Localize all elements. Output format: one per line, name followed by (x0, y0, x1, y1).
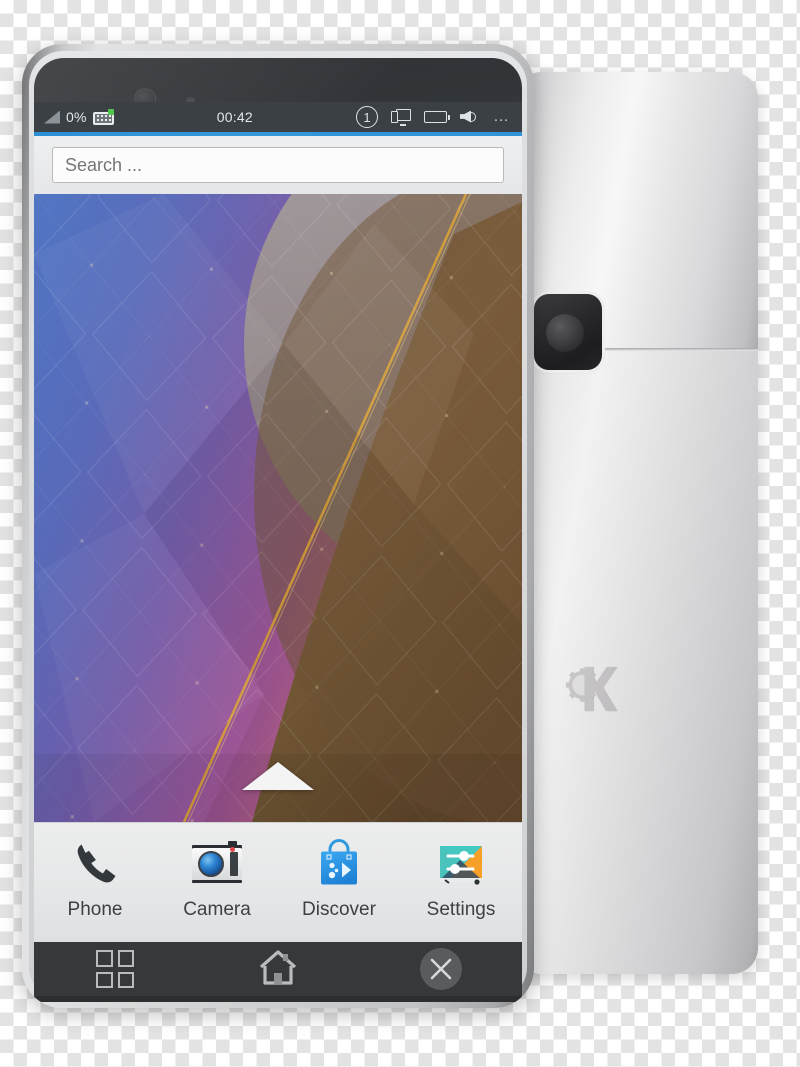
grid-squares-icon (96, 950, 135, 988)
wallpaper[interactable] (34, 194, 522, 822)
keyboard-icon[interactable] (92, 108, 114, 125)
dock-label-settings: Settings (426, 899, 496, 920)
dock-label-camera: Camera (183, 899, 251, 920)
status-bar-center-group: 00:42 (114, 109, 356, 125)
dock-app-discover[interactable]: Discover (278, 823, 400, 921)
volume-speaker-icon[interactable] (460, 109, 480, 126)
search-input[interactable] (52, 147, 504, 183)
clock-label: 00:42 (216, 109, 253, 125)
rear-camera-icon (534, 294, 602, 370)
status-bar-left-group: 0% (34, 108, 114, 125)
battery-percent-label: 0% (66, 109, 87, 125)
camera-icon (189, 838, 245, 890)
home-house-icon (257, 948, 299, 991)
dock-app-phone[interactable]: Phone (34, 823, 156, 921)
battery-icon[interactable] (424, 111, 450, 123)
dock-app-settings[interactable]: Settings (400, 823, 522, 921)
back-phone-body (516, 72, 758, 974)
nav-button-home[interactable] (197, 948, 360, 991)
status-bar-right-group: 1 … (356, 106, 522, 128)
kde-gear-k-logo (546, 655, 620, 729)
navigation-bar (34, 942, 522, 996)
notification-circle-icon[interactable]: 1 (356, 106, 378, 128)
dock-label-phone: Phone (67, 899, 123, 920)
dock-label-discover: Discover (302, 899, 376, 920)
app-dock: Phone Camera Discover Settings (34, 822, 522, 942)
drawer-up-arrow-icon[interactable] (242, 762, 314, 790)
overflow-dots-icon[interactable]: … (493, 109, 510, 125)
kdeconnect-device-icon[interactable] (391, 108, 411, 126)
screen-bottom-chin (34, 996, 522, 1002)
discover-shopping-bag-icon (311, 838, 367, 890)
dock-app-camera[interactable]: Camera (156, 823, 278, 921)
settings-sliders-icon (433, 838, 489, 890)
nav-button-close[interactable] (359, 948, 522, 990)
rear-camera-lens (546, 314, 584, 352)
close-x-icon (419, 948, 462, 990)
front-phone-body: 0% 00:42 1 … Search ... Phone Camera Dis… (22, 44, 534, 1008)
signal-strength-icon (44, 111, 60, 124)
search-bar-container (34, 136, 522, 194)
status-bar: 0% 00:42 1 … (34, 102, 522, 132)
phone-handset-icon (67, 838, 123, 890)
nav-button-task-switcher[interactable] (34, 950, 197, 988)
